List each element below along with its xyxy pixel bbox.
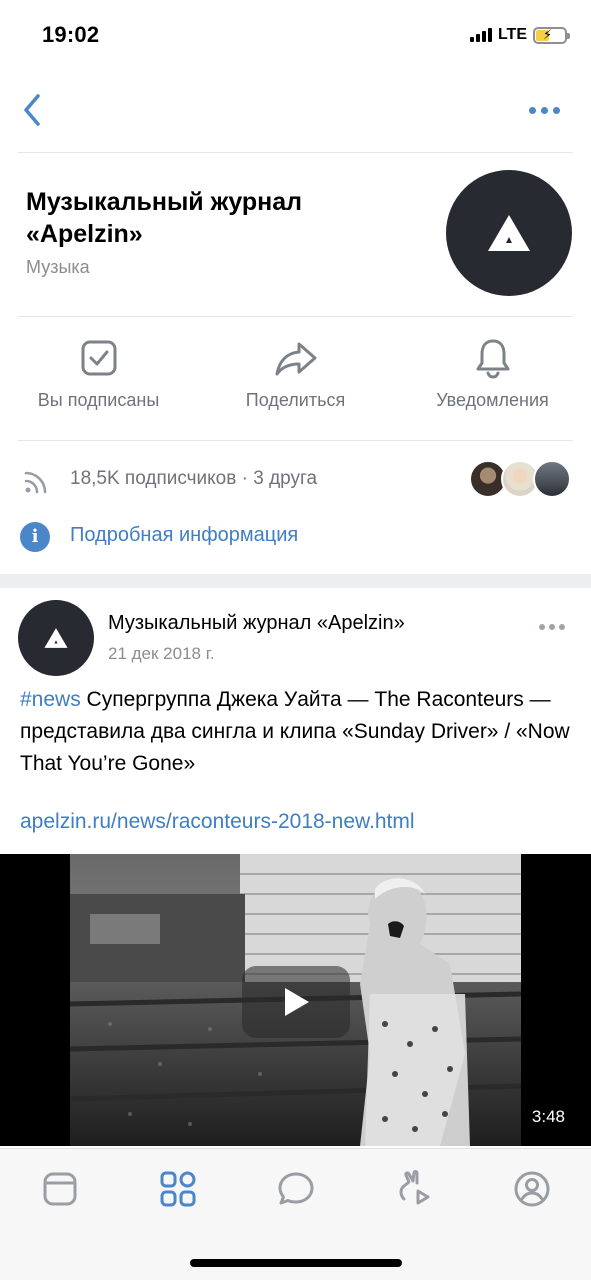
action-label: Поделиться: [245, 390, 346, 410]
profile-icon: [514, 1171, 550, 1207]
tab-bar: [0, 1148, 591, 1280]
more-dot: [529, 106, 536, 114]
chevron-left-icon: [24, 94, 40, 126]
followers-row[interactable]: 18,5K подписчиков · 3 друга: [0, 456, 591, 504]
group-actions: Вы подписаны Поделиться Уведомления: [0, 330, 591, 430]
subscribed-check-icon: [81, 340, 116, 376]
followers-icon: [24, 471, 47, 494]
logo-triangle-icon: [488, 215, 530, 251]
post-author[interactable]: Музыкальный журнал «Apelzin»: [108, 612, 405, 635]
friends-avatars[interactable]: [469, 460, 571, 498]
action-label: Уведомления: [436, 390, 549, 410]
section-separator: [0, 574, 591, 588]
back-button[interactable]: [14, 90, 54, 130]
bell-icon: [476, 339, 509, 379]
tab-messages[interactable]: [274, 1167, 318, 1211]
more-dot: [549, 624, 555, 630]
post-header: Музыкальный журнал «Apelzin» 21 дек 2018…: [0, 600, 591, 676]
video-duration: 3:48: [525, 1104, 571, 1130]
tab-clips[interactable]: [392, 1167, 436, 1211]
post-link[interactable]: apelzin.ru/news/raconteurs-2018-new.html: [20, 810, 415, 834]
signal-icon: [469, 28, 492, 42]
group-title: Музыкальный журнал «Apelzin»: [26, 188, 303, 248]
home-indicator[interactable]: [190, 1259, 402, 1267]
tab-news[interactable]: [38, 1167, 82, 1211]
status-indicators: LTE ⚡: [469, 26, 570, 44]
services-grid-icon: [160, 1171, 196, 1207]
status-bar: 19:02 LTE ⚡: [0, 0, 591, 72]
divider: [18, 440, 573, 441]
news-feed-icon: [43, 1172, 77, 1206]
status-time: 19:02: [42, 22, 100, 47]
share-button[interactable]: Поделиться: [197, 330, 394, 430]
action-label: Вы подписаны: [37, 390, 160, 410]
tab-services[interactable]: [156, 1167, 200, 1211]
post-more-button[interactable]: [539, 624, 565, 630]
message-bubble-icon: [278, 1172, 314, 1205]
play-icon: [285, 988, 309, 1016]
divider: [18, 316, 573, 317]
clips-icon: [399, 1170, 430, 1205]
followers-count: 18,5K подписчиков · 3 друга: [70, 468, 318, 489]
group-header: Музыкальный журнал «Apelzin» Музыка: [0, 170, 591, 310]
post-text: #news Супергруппа Джека Уайта — The Raco…: [20, 684, 575, 780]
battery-icon: ⚡: [533, 26, 570, 44]
network-type: LTE: [497, 26, 527, 43]
play-button[interactable]: [242, 966, 350, 1038]
subscribed-button[interactable]: Вы подписаны: [0, 330, 197, 430]
logo-triangle-icon: [44, 628, 68, 648]
notifications-button[interactable]: Уведомления: [394, 330, 591, 430]
share-arrow-icon: [275, 342, 316, 376]
info-icon: i: [20, 522, 50, 552]
post-date: 21 дек 2018 г.: [108, 644, 215, 663]
tab-profile[interactable]: [510, 1167, 554, 1211]
group-avatar[interactable]: [446, 170, 572, 296]
more-dot: [559, 624, 565, 630]
details-link[interactable]: Подробная информация: [70, 524, 298, 547]
video-player[interactable]: 3:48: [0, 854, 591, 1146]
post-author-avatar[interactable]: [18, 600, 94, 676]
avatar: [533, 460, 571, 498]
more-dot: [539, 624, 545, 630]
details-row[interactable]: i Подробная информация: [0, 512, 591, 560]
group-category: Музыка: [26, 257, 90, 277]
post-hashtag[interactable]: #news: [20, 688, 81, 711]
more-button[interactable]: [529, 100, 563, 120]
more-dot: [553, 106, 560, 114]
divider: [18, 152, 573, 153]
post-body: Супергруппа Джека Уайта — The Raconteurs…: [20, 688, 570, 775]
nav-bar: [0, 80, 591, 142]
more-dot: [541, 106, 548, 114]
